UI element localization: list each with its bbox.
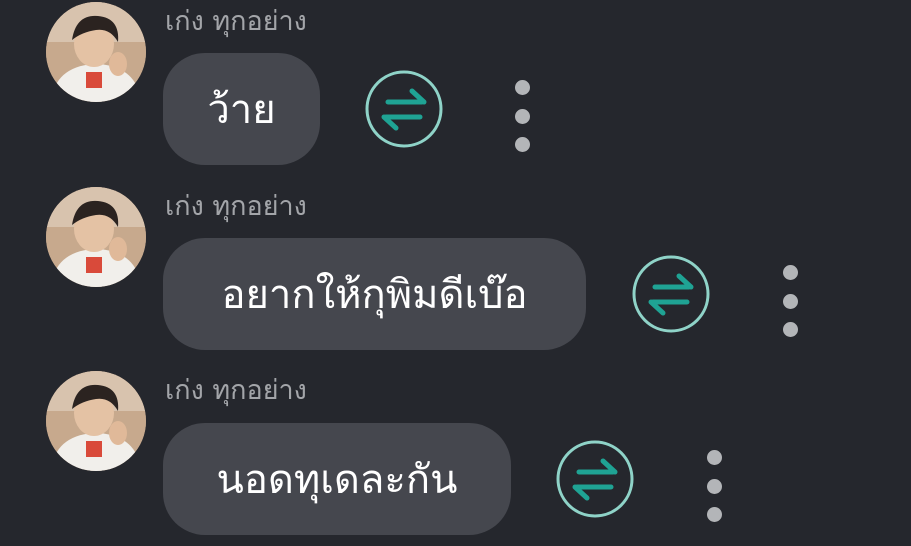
sender-name: เก่ง ทุกอย่าง: [165, 375, 307, 406]
more-vertical-icon: [706, 450, 722, 465]
more-vertical-icon: [782, 265, 798, 280]
translate-button[interactable]: [364, 69, 444, 149]
sender-name: เก่ง ทุกอย่าง: [165, 6, 307, 37]
message-bubble[interactable]: นอดทุเดละกัน: [163, 423, 511, 535]
user-avatar: [46, 2, 146, 102]
avatar[interactable]: [46, 371, 146, 471]
swap-arrows-icon: [632, 255, 710, 333]
more-options-button[interactable]: [507, 80, 537, 152]
swap-arrows-icon: [365, 70, 443, 148]
avatar[interactable]: [46, 187, 146, 287]
message-row: เก่ง ทุกอย่าง ว้าย: [0, 0, 911, 180]
user-avatar: [46, 371, 146, 471]
translate-button[interactable]: [631, 254, 711, 334]
more-options-button[interactable]: [775, 265, 805, 337]
message-bubble[interactable]: อยากให้กุพิมดีเบ๊อ: [163, 238, 586, 350]
message-bubble[interactable]: ว้าย: [163, 53, 320, 165]
message-row: เก่ง ทุกอย่าง อยากให้กุพิมดีเบ๊อ: [0, 185, 911, 365]
more-options-button[interactable]: [699, 450, 729, 522]
chat-thread: เก่ง ทุกอย่าง ว้าย เก่ง ทุกอย่าง อยากให้…: [0, 0, 911, 546]
user-avatar: [46, 187, 146, 287]
message-row: เก่ง ทุกอย่าง นอดทุเดละกัน: [0, 370, 911, 546]
swap-arrows-icon: [556, 440, 634, 518]
sender-name: เก่ง ทุกอย่าง: [165, 191, 307, 222]
more-vertical-icon: [514, 80, 530, 95]
avatar[interactable]: [46, 2, 146, 102]
translate-button[interactable]: [555, 439, 635, 519]
